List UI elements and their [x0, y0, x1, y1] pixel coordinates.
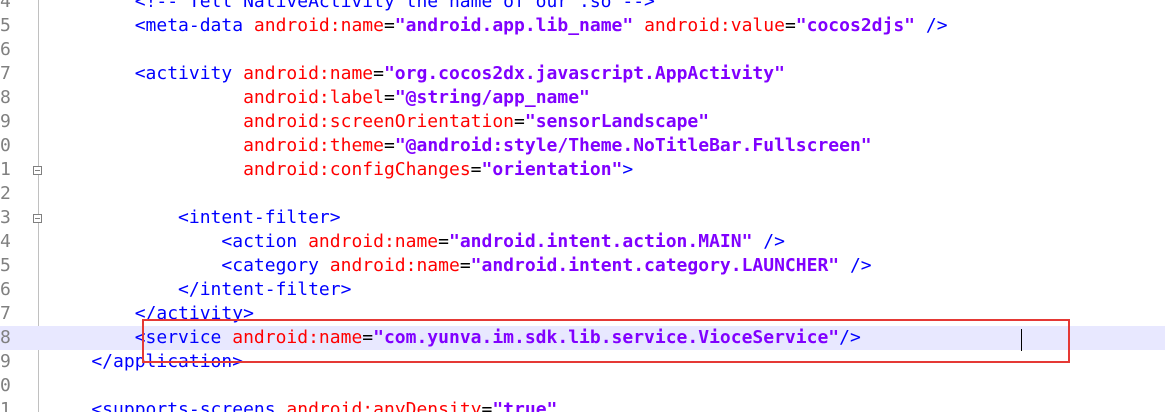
- code-line[interactable]: 6 </intent-filter>: [0, 278, 1165, 302]
- code-line[interactable]: 5 <category android:name="android.intent…: [0, 254, 1165, 278]
- token-tag: <intent-filter>: [48, 207, 341, 228]
- code-editor[interactable]: 4 <!-- Tell NativeActivity the name of o…: [0, 0, 1165, 412]
- code-text: android:theme="@android:style/Theme.NoTi…: [48, 134, 872, 158]
- token-val: "orientation": [481, 159, 623, 180]
- token-txt: =: [470, 159, 482, 180]
- annotation-highlight-box: [142, 319, 1070, 363]
- token-tag: />: [915, 15, 948, 36]
- code-text: <activity android:name="org.cocos2dx.jav…: [48, 62, 785, 86]
- token-tag: <action: [48, 231, 309, 252]
- code-line[interactable]: 6: [0, 38, 1165, 62]
- line-number: 9: [0, 351, 11, 372]
- token-tag: </intent-filter>: [48, 279, 352, 300]
- code-line[interactable]: 1 android:configChanges="orientation">: [0, 158, 1165, 182]
- token-val: "android.intent.action.MAIN": [448, 231, 753, 252]
- fold-toggle-icon[interactable]: [33, 214, 42, 223]
- token-val: "@android:style/Theme.NoTitleBar.Fullscr…: [394, 135, 872, 156]
- token-txt: =: [383, 135, 395, 156]
- line-number: 8: [0, 327, 11, 348]
- line-number: 4: [0, 231, 11, 252]
- code-text: android:label="@string/app_name": [48, 86, 590, 110]
- code-line[interactable]: 4 <!-- Tell NativeActivity the name of o…: [0, 0, 1165, 14]
- code-text: <!-- Tell NativeActivity the name of our…: [48, 0, 655, 14]
- token-txt: =: [383, 15, 395, 36]
- token-attr: android:theme: [243, 135, 384, 156]
- line-number: 4: [0, 0, 11, 12]
- code-line[interactable]: 9 android:screenOrientation="sensorLands…: [0, 110, 1165, 134]
- code-line[interactable]: 4 <action android:name="android.intent.a…: [0, 230, 1165, 254]
- token-txt: =: [373, 63, 384, 84]
- token-txt: =: [383, 87, 395, 108]
- line-number: 0: [0, 135, 11, 156]
- line-number: 1: [0, 159, 11, 180]
- token-attr: android:name: [243, 63, 374, 84]
- code-text: <category android:name="android.intent.c…: [48, 254, 872, 278]
- token-val: "true": [492, 399, 558, 412]
- token-val: "android.app.lib_name": [394, 15, 634, 36]
- line-number: 3: [0, 207, 11, 228]
- code-text: android:screenOrientation="sensorLandsca…: [48, 110, 709, 134]
- token-attr: android:name: [308, 231, 439, 252]
- token-tag: <category: [48, 255, 330, 276]
- token-tag: />: [839, 255, 872, 276]
- code-line[interactable]: 0: [0, 374, 1165, 398]
- token-val: "org.cocos2dx.javascript.AppActivity": [383, 63, 785, 84]
- token-val: "sensorLandscape": [524, 111, 710, 132]
- token-txt: =: [514, 111, 525, 132]
- line-number: 9: [0, 111, 11, 132]
- code-line[interactable]: 5 <meta-data android:name="android.app.l…: [0, 14, 1165, 38]
- code-text: </intent-filter>: [48, 278, 351, 302]
- token-attr: android:label: [243, 87, 384, 108]
- token-attr: android:configChanges: [243, 159, 471, 180]
- token-val: "android.intent.category.LAUNCHER": [470, 255, 840, 276]
- code-text: <supports-screens android:anyDensity="tr…: [48, 398, 557, 412]
- code-text: <intent-filter>: [48, 206, 341, 230]
- token-attr: android:screenOrientation: [243, 111, 515, 132]
- token-val: "cocos2djs": [795, 15, 916, 36]
- code-line[interactable]: 2: [0, 182, 1165, 206]
- token-txt: =: [438, 231, 449, 252]
- code-line[interactable]: 8 android:label="@string/app_name": [0, 86, 1165, 110]
- code-line[interactable]: 0 android:theme="@android:style/Theme.No…: [0, 134, 1165, 158]
- token-attr: android:name: [253, 15, 384, 36]
- text-caret: [1021, 329, 1022, 351]
- token-tag: <supports-screens: [48, 399, 287, 412]
- token-tag: <meta-data: [48, 15, 254, 36]
- token-tag: <activity: [48, 63, 244, 84]
- line-number: 5: [0, 255, 11, 276]
- token-attr: android:name: [329, 255, 460, 276]
- code-line[interactable]: 3 <intent-filter>: [0, 206, 1165, 230]
- line-number: 2: [0, 183, 11, 204]
- code-text: <action android:name="android.intent.act…: [48, 230, 785, 254]
- token-tag: />: [752, 231, 785, 252]
- line-number: 5: [0, 15, 11, 36]
- token-txt: =: [481, 399, 493, 412]
- line-number: 6: [0, 279, 11, 300]
- code-line[interactable]: 7 <activity android:name="org.cocos2dx.j…: [0, 62, 1165, 86]
- code-line[interactable]: 1 <supports-screens android:anyDensity="…: [0, 398, 1165, 412]
- fold-toggle-icon[interactable]: [33, 166, 42, 175]
- line-number: 0: [0, 375, 11, 396]
- token-attr: android:value: [644, 15, 785, 36]
- token-tag: <!-- Tell NativeActivity the name of our…: [48, 0, 655, 12]
- token-tag: >: [622, 159, 634, 180]
- code-text: <meta-data android:name="android.app.lib…: [48, 14, 948, 38]
- line-number: 1: [0, 399, 11, 412]
- line-number: 6: [0, 39, 11, 60]
- token-attr: android:anyDensity: [286, 399, 482, 412]
- token-val: "@string/app_name": [394, 87, 590, 108]
- token-txt: =: [784, 15, 796, 36]
- line-number: 8: [0, 87, 11, 108]
- code-text: android:configChanges="orientation">: [48, 158, 633, 182]
- token-txt: =: [459, 255, 471, 276]
- line-number: 7: [0, 303, 11, 324]
- line-number: 7: [0, 63, 11, 84]
